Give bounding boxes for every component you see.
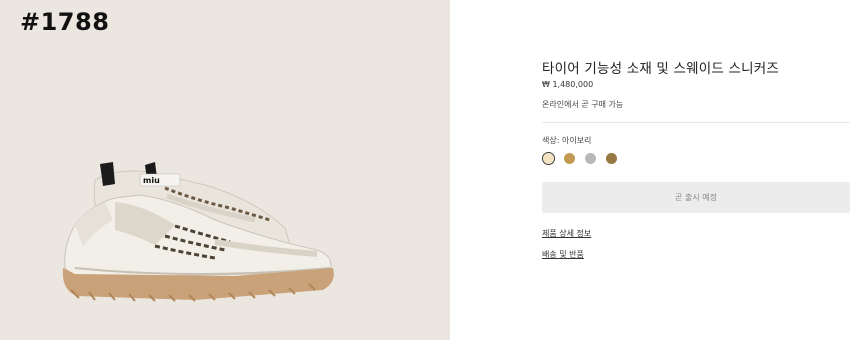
svg-text:miu: miu — [143, 176, 160, 185]
swatch-grey-fill — [585, 153, 596, 164]
post-number: #1788 — [20, 8, 110, 36]
color-value: 아이보리 — [561, 136, 592, 145]
sneaker-image: miu — [62, 162, 334, 302]
swatch-ivory[interactable] — [542, 152, 555, 165]
product-details-link[interactable]: 제품 상세 정보 — [542, 228, 591, 239]
divider — [542, 122, 850, 123]
swatch-ivory-fill — [543, 153, 554, 164]
swatch-grey[interactable] — [584, 152, 597, 165]
availability-text: 온라인에서 곧 구매 가능 — [542, 100, 624, 109]
product-price: ₩ 1,480,000 — [542, 80, 594, 89]
product-image-panel: #1788 miu — [0, 0, 450, 340]
product-title: 타이어 기능성 소재 및 스웨이드 스니커즈 — [542, 61, 779, 77]
shipping-returns-link[interactable]: 배송 및 반품 — [542, 249, 584, 260]
swatch-brown-fill — [606, 153, 617, 164]
swatch-camel[interactable] — [563, 152, 576, 165]
product-info-panel: 타이어 기능성 소재 및 스웨이드 스니커즈 ₩ 1,480,000 온라인에서… — [542, 0, 850, 340]
color-swatches — [542, 152, 618, 165]
color-selection: 색상: 아이보리 — [542, 135, 591, 146]
coming-soon-button[interactable]: 곧 출시 예정 — [542, 182, 850, 213]
swatch-brown[interactable] — [605, 152, 618, 165]
swatch-camel-fill — [564, 153, 575, 164]
color-label: 색상: — [542, 136, 560, 145]
